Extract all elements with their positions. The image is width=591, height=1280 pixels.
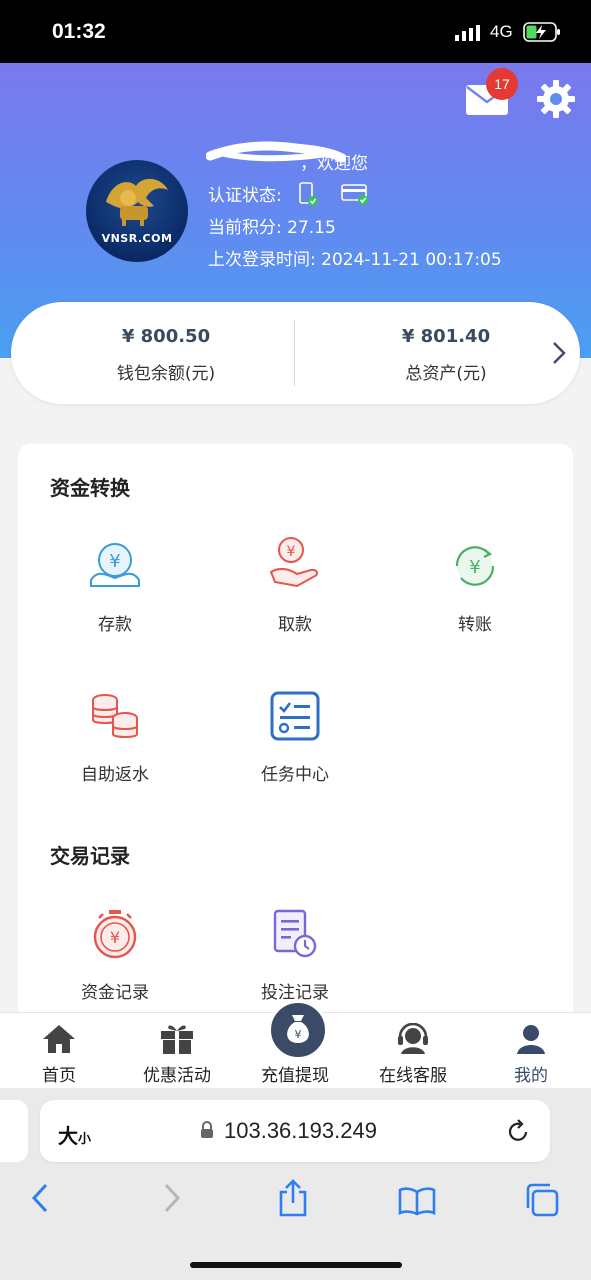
tab-deposit-withdraw-label: 充值提现: [261, 1066, 329, 1086]
task-center-button[interactable]: 任务中心: [205, 682, 385, 785]
signal-icon: [455, 25, 480, 41]
stopwatch-yuan-icon: ¥: [93, 910, 137, 959]
divider: [294, 320, 295, 386]
records-section-title: 交易记录: [50, 844, 130, 868]
text-size-small: 小: [78, 1132, 92, 1147]
tab-home[interactable]: 首页: [4, 1021, 114, 1086]
svg-text:¥: ¥: [295, 1028, 302, 1041]
battery-charging-icon: [523, 22, 560, 42]
mail-unread-badge: 17: [486, 68, 518, 100]
wallet-balance: ¥ 800.50 钱包余额(元): [71, 326, 261, 384]
chevron-right-icon[interactable]: [551, 341, 567, 365]
withdraw-icon: ¥: [269, 537, 319, 588]
phone-verified-icon: [299, 182, 319, 206]
verify-label: 认证状态:: [208, 186, 282, 206]
last-login-text: 上次登录时间: 2024-11-21 00:17:05: [208, 250, 502, 270]
avatar[interactable]: VNSR.COM: [86, 160, 188, 262]
withdraw-label: 取款: [278, 615, 312, 635]
wallet-label: 钱包余额(元): [116, 364, 216, 384]
forward-icon[interactable]: [160, 1182, 182, 1214]
total-assets: ¥ 801.40 总资产(元): [351, 326, 541, 384]
points-text: 当前积分: 27.15: [208, 218, 336, 238]
coins-stack-icon: [92, 694, 138, 738]
task-list-icon: [270, 691, 320, 741]
tab-support[interactable]: 在线客服: [358, 1021, 468, 1086]
funds-section-title: 资金转换: [50, 476, 130, 500]
tab-support-label: 在线客服: [379, 1066, 447, 1086]
headset-icon: [398, 1023, 428, 1054]
tab-promotions-label: 优惠活动: [143, 1066, 211, 1086]
bookmarks-icon[interactable]: [398, 1186, 436, 1216]
transfer-icon: ¥: [455, 546, 495, 586]
svg-text:¥: ¥: [469, 557, 480, 578]
tab-mine-label: 我的: [514, 1066, 548, 1086]
tabs-icon[interactable]: [524, 1182, 560, 1218]
back-icon[interactable]: [30, 1182, 52, 1214]
status-time: 01:32: [52, 20, 106, 43]
bet-records-button[interactable]: 投注记录: [205, 900, 385, 1003]
share-icon[interactable]: [278, 1178, 308, 1218]
balance-card[interactable]: ¥ 800.50 钱包余额(元) ¥ 801.40 总资产(元): [11, 302, 580, 404]
services-panel: 资金转换 ¥ 存款 ¥ 取款 ¥ 转账 自助返水 任务中心 交易记录 ¥ 资金记…: [18, 444, 573, 1024]
gift-icon: [161, 1025, 193, 1054]
previous-tab-stub[interactable]: [0, 1100, 28, 1162]
tab-home-label: 首页: [42, 1066, 76, 1086]
text-size-big: 大: [58, 1124, 78, 1148]
deposit-button[interactable]: ¥ 存款: [25, 532, 205, 635]
lock-icon: [201, 1121, 213, 1138]
user-icon: [517, 1025, 545, 1054]
fund-records-button[interactable]: ¥ 资金记录: [25, 900, 205, 1003]
status-bar: 01:32 4G: [0, 0, 591, 63]
welcome-text: ，欢迎您: [300, 154, 368, 174]
card-verified-icon: [340, 184, 368, 205]
rebate-button[interactable]: 自助返水: [25, 682, 205, 785]
deposit-icon: ¥: [90, 543, 140, 587]
winged-lion-logo: [106, 178, 168, 226]
document-clock-icon: [273, 909, 317, 958]
deposit-withdraw-fab[interactable]: ¥: [268, 1000, 328, 1060]
wallet-amount: ¥ 800.50: [121, 326, 211, 347]
transfer-button[interactable]: ¥ 转账: [385, 532, 565, 635]
home-indicator: [190, 1262, 402, 1268]
total-amount: ¥ 801.40: [401, 326, 491, 347]
avatar-brand-text: VNSR.COM: [101, 232, 173, 245]
tab-mine[interactable]: 我的: [476, 1021, 586, 1086]
verify-status: 认证状态:: [208, 181, 371, 206]
transfer-label: 转账: [458, 615, 492, 635]
fund-records-label: 资金记录: [81, 983, 149, 1003]
reload-icon[interactable]: [506, 1118, 530, 1144]
home-icon: [43, 1025, 75, 1053]
gear-icon[interactable]: [536, 79, 576, 119]
url-text: 103.36.193.249: [224, 1118, 377, 1143]
rebate-label: 自助返水: [81, 765, 149, 785]
svg-text:¥: ¥: [287, 544, 296, 560]
address-bar[interactable]: 大小 103.36.193.249: [40, 1100, 550, 1162]
text-size-button[interactable]: 大小: [58, 1120, 91, 1149]
network-type: 4G: [490, 22, 513, 41]
task-center-label: 任务中心: [261, 765, 329, 785]
svg-text:¥: ¥: [109, 551, 120, 572]
deposit-label: 存款: [98, 615, 132, 635]
withdraw-button[interactable]: ¥ 取款: [205, 532, 385, 635]
total-label: 总资产(元): [405, 364, 487, 384]
money-bag-icon: ¥: [287, 1015, 309, 1043]
tab-promotions[interactable]: 优惠活动: [122, 1021, 232, 1086]
svg-text:¥: ¥: [110, 928, 120, 947]
